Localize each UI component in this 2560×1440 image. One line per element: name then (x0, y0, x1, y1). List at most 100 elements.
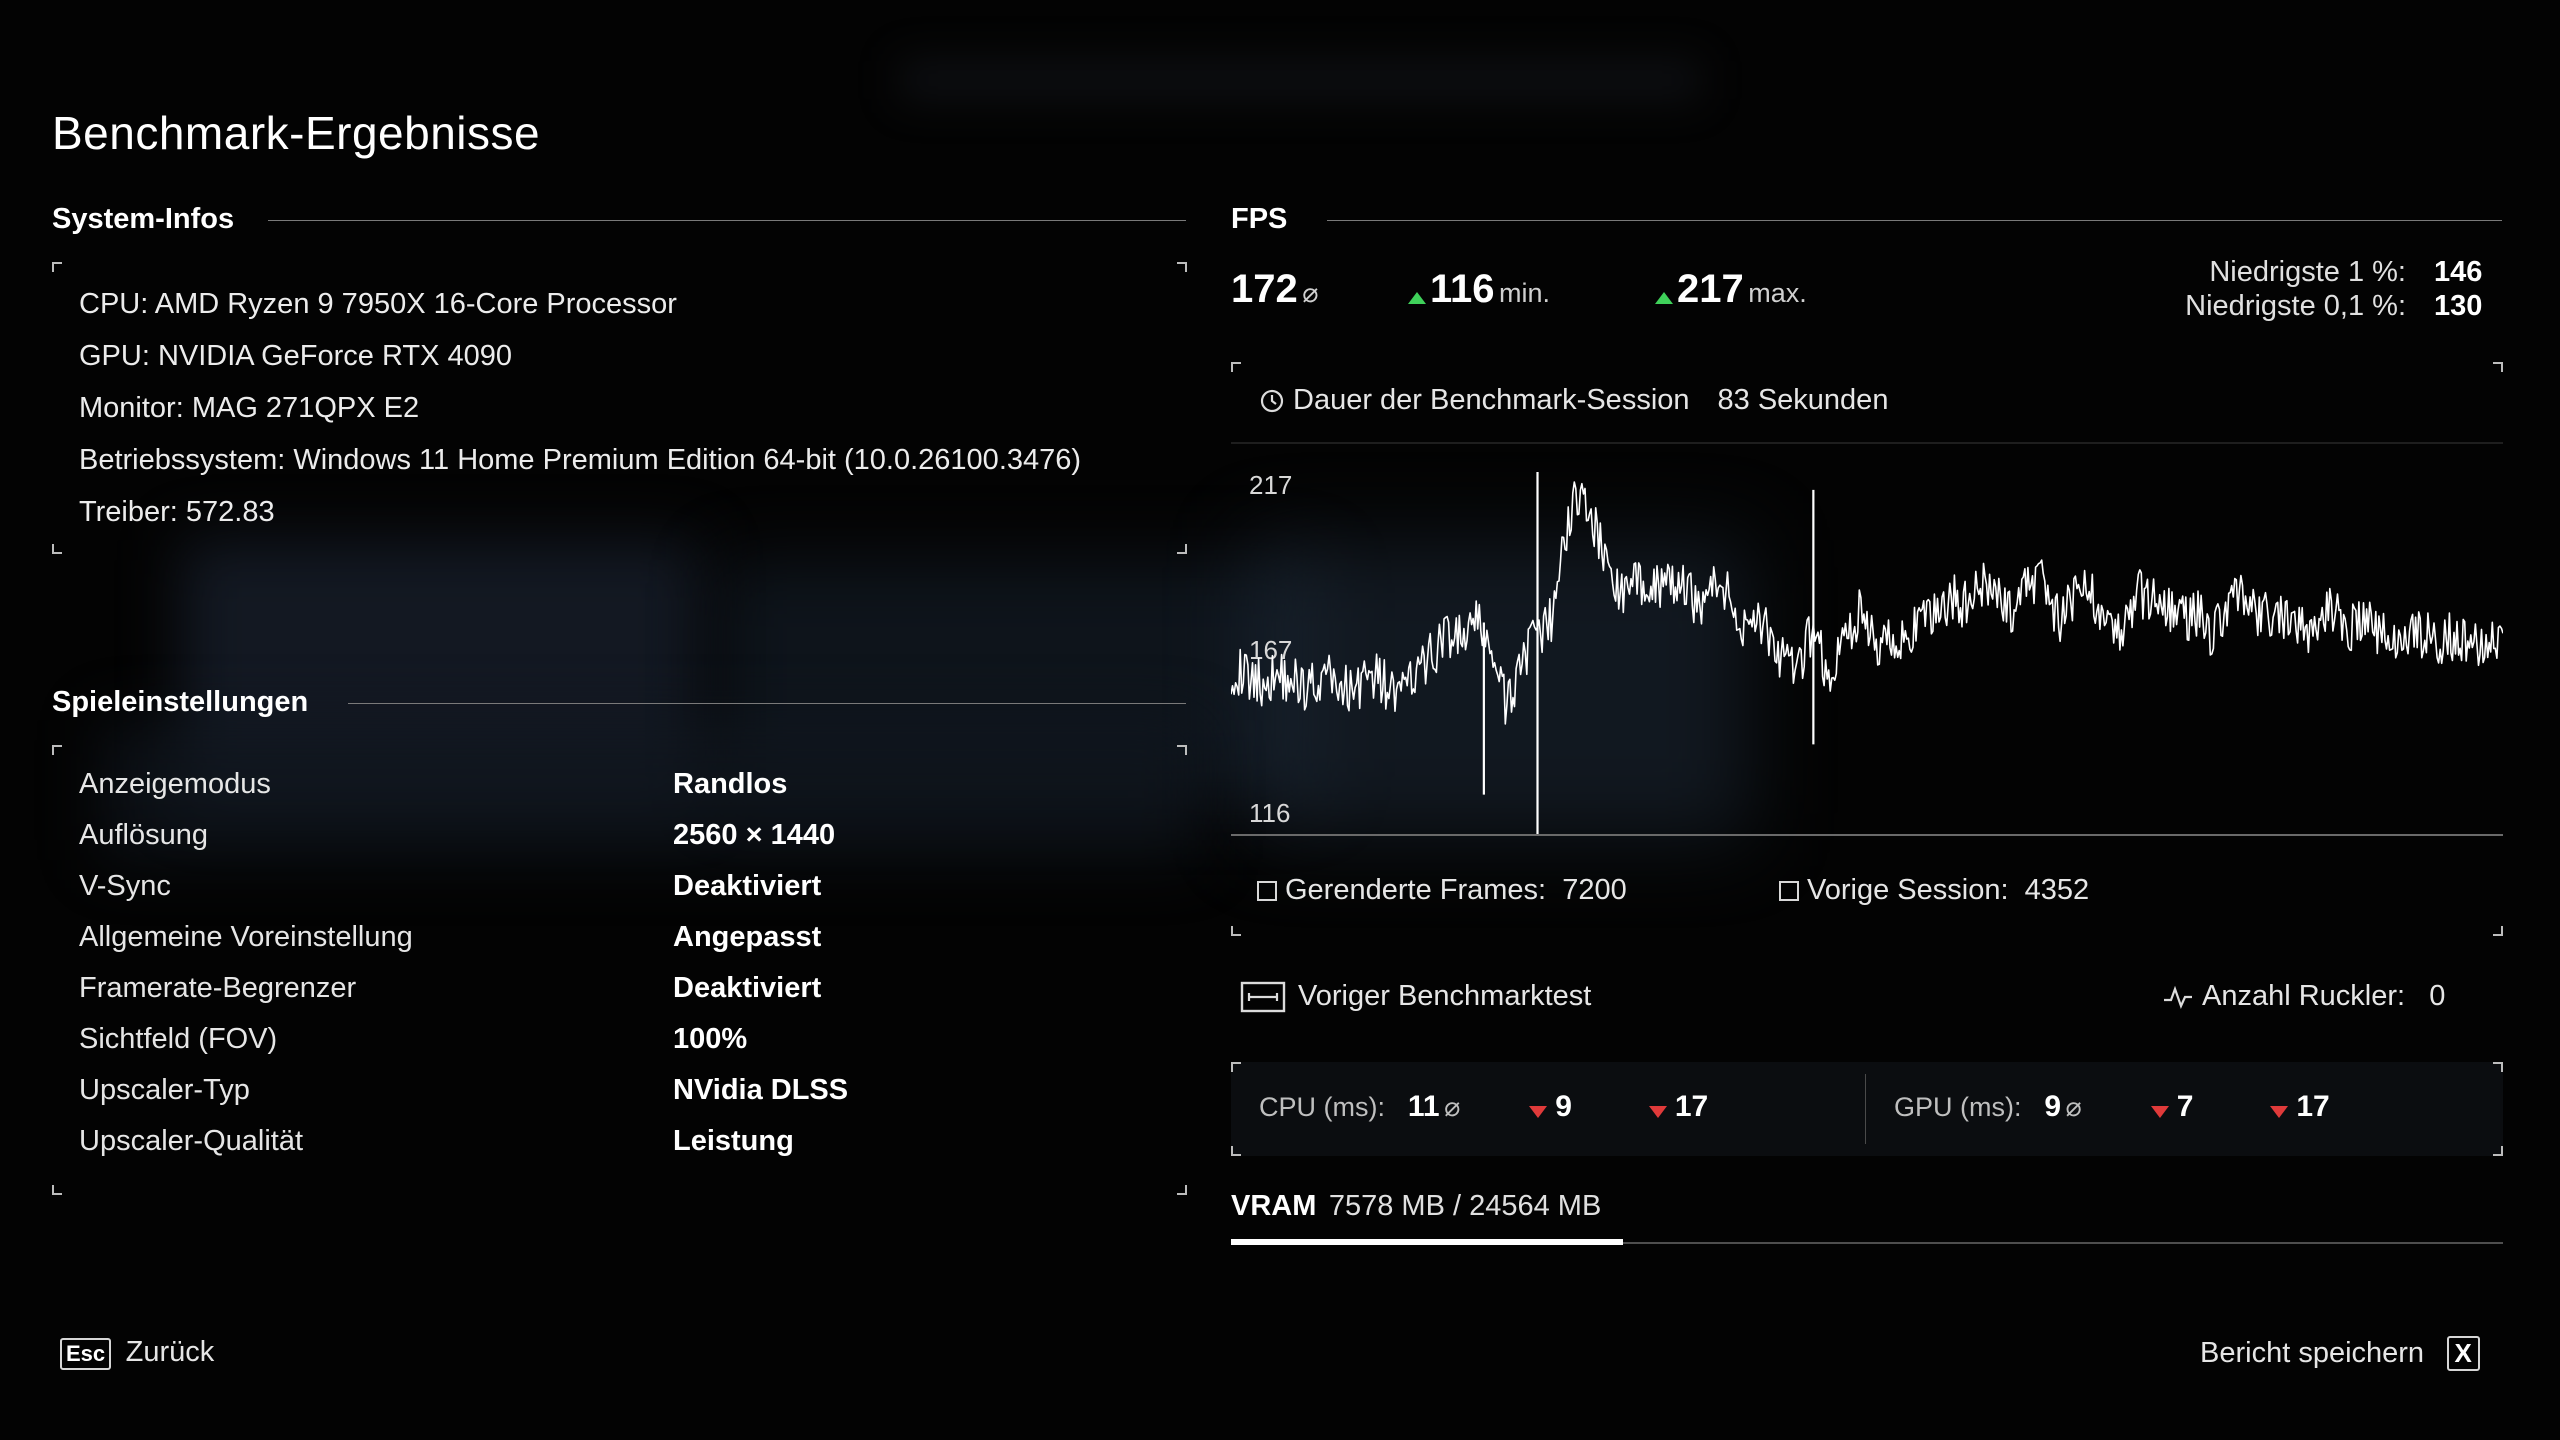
setting-label: Auflösung (79, 819, 208, 851)
monitor-icon (1240, 982, 1286, 1013)
arrow-down-icon (1648, 1105, 1667, 1118)
session-duration-value: 83 Sekunden (1717, 384, 1889, 416)
fps-heading: FPS (1231, 203, 1288, 235)
panel-corner (1177, 262, 1187, 272)
fps-max-value: 217 (1677, 267, 1744, 311)
x-key-icon: X (2446, 1336, 2480, 1371)
panel-corner (52, 1185, 62, 1195)
panel-corner (1231, 1062, 1241, 1072)
low-1-percent-label: Niedrigste 1 %: (2209, 256, 2406, 288)
checkbox-icon (1257, 881, 1277, 902)
vram-usage: VRAM 7578 MB / 24564 MB (1231, 1190, 1601, 1223)
arrow-up-icon (1408, 291, 1426, 304)
panel-corner (52, 262, 62, 272)
back-label: Zurück (125, 1336, 215, 1368)
frametime-panel: CPU (ms): 11 ⌀ 9 17 GPU (ms): 9 ⌀ 7 17 (1231, 1062, 2503, 1156)
setting-label: Anzeigemodus (79, 768, 271, 800)
clock-icon (1260, 390, 1284, 413)
setting-value: 100% (673, 1023, 748, 1055)
section-divider (268, 220, 1186, 221)
save-report-button[interactable]: Bericht speichern X (2200, 1336, 2480, 1371)
average-symbol: ⌀ (1444, 1092, 1461, 1122)
previous-session-label: Vorige Session: (1807, 874, 2009, 906)
arrow-down-icon (2270, 1105, 2289, 1118)
setting-value: Deaktiviert (673, 870, 822, 902)
rendered-frames-value: 7200 (1562, 874, 1627, 906)
gpu-frametime-min: 7 (2176, 1090, 2194, 1123)
cpu-frametime: CPU (ms): 11 ⌀ 9 17 (1259, 1090, 1708, 1124)
monitor-info: Monitor: MAG 271QPX E2 (79, 392, 420, 424)
setting-label: V-Sync (79, 870, 171, 902)
panel-corner (2493, 1146, 2503, 1156)
panel-corner (1177, 1185, 1187, 1195)
esc-key-icon: Esc (60, 1338, 112, 1370)
cpu-frametime-avg: 11 (1407, 1090, 1440, 1123)
gpu-frametime-label: GPU (ms): (1894, 1092, 2022, 1122)
y-tick-label: 167 (1249, 635, 1292, 665)
fps-average: 172 ⌀ (1231, 267, 1318, 312)
setting-value: Leistung (673, 1125, 794, 1157)
panel-corner (1177, 745, 1187, 755)
setting-value: 2560 × 1440 (673, 819, 836, 851)
gpu-frametime-max: 17 (2296, 1090, 2330, 1123)
section-divider (1327, 220, 2502, 221)
previous-benchmark-button[interactable]: Voriger Benchmarktest (1240, 980, 1591, 1014)
fps-average-value: 172 (1231, 267, 1298, 311)
panel-divider (1865, 1074, 1866, 1144)
gpu-frametime: GPU (ms): 9 ⌀ 7 17 (1894, 1090, 2330, 1124)
setting-label: Upscaler-Qualität (79, 1125, 304, 1157)
cpu-frametime-min: 9 (1555, 1090, 1572, 1123)
section-divider (348, 703, 1186, 704)
fps-series-line (1231, 481, 2503, 725)
stutter-count: Anzahl Ruckler: 0 (2162, 980, 2445, 1013)
fps-min-value: 116 (1430, 267, 1495, 311)
vram-label: VRAM (1231, 1190, 1317, 1222)
os-info: Betriebssystem: Windows 11 Home Premium … (79, 444, 1082, 476)
average-symbol: ⌀ (1302, 278, 1319, 308)
rendered-frames-label: Gerenderte Frames: (1285, 874, 1547, 906)
cpu-info: CPU: AMD Ryzen 9 7950X 16-Core Processor (79, 288, 677, 320)
y-tick-label: 217 (1249, 470, 1292, 500)
setting-value: Angepasst (673, 921, 822, 953)
fps-max-unit: max. (1748, 278, 1807, 308)
panel-corner (52, 544, 62, 554)
fps-minimum: 116 min. (1408, 267, 1550, 312)
previous-benchmark-label: Voriger Benchmarktest (1298, 980, 1592, 1012)
background-blur (900, 60, 1700, 100)
fps-chart: 217 167 116 (1231, 442, 2503, 836)
panel-corner (2493, 362, 2503, 372)
cpu-frametime-label: CPU (ms): (1259, 1092, 1385, 1122)
panel-corner (2493, 1062, 2503, 1072)
gpu-info: GPU: NVIDIA GeForce RTX 4090 (79, 340, 513, 372)
arrow-down-icon (2150, 1105, 2169, 1118)
back-button[interactable]: Esc Zurück (60, 1336, 214, 1370)
setting-value: Deaktiviert (673, 972, 822, 1004)
panel-corner (1231, 362, 1241, 372)
system-info-panel: CPU: AMD Ryzen 9 7950X 16-Core Processor… (52, 262, 1187, 554)
previous-session-value: 4352 (2024, 874, 2090, 906)
low-01-percent-label: Niedrigste 0,1 %: (2185, 290, 2406, 322)
panel-corner (1231, 1146, 1241, 1156)
setting-label: Allgemeine Voreinstellung (79, 921, 413, 953)
stutter-count-value: 0 (2429, 980, 2446, 1012)
previous-session: Vorige Session: 4352 (1779, 874, 2089, 907)
setting-label: Sichtfeld (FOV) (79, 1023, 278, 1055)
gpu-frametime-avg: 9 (2044, 1090, 2062, 1123)
rendered-frames: Gerenderte Frames: 7200 (1257, 874, 1627, 907)
fps-maximum: 217 max. (1655, 267, 1807, 312)
page-title: Benchmark-Ergebnisse (52, 107, 541, 159)
driver-info: Treiber: 572.83 (79, 496, 275, 528)
cpu-frametime-max: 17 (1674, 1090, 1709, 1123)
low-01-percent-value: 130 (2434, 290, 2483, 322)
system-info-heading: System-Infos (52, 203, 235, 235)
average-symbol: ⌀ (2065, 1092, 2082, 1122)
setting-label: Framerate-Begrenzer (79, 972, 357, 1004)
save-report-label: Bericht speichern (2200, 1337, 2425, 1369)
setting-value: NVidia DLSS (673, 1074, 849, 1106)
pulse-icon (2164, 986, 2192, 1010)
low-1-percent-value: 146 (2434, 256, 2483, 288)
setting-value: Randlos (673, 768, 788, 800)
panel-corner (52, 745, 62, 755)
session-duration-label: Dauer der Benchmark-Session (1293, 384, 1690, 416)
vram-value: 7578 MB / 24564 MB (1328, 1190, 1602, 1222)
